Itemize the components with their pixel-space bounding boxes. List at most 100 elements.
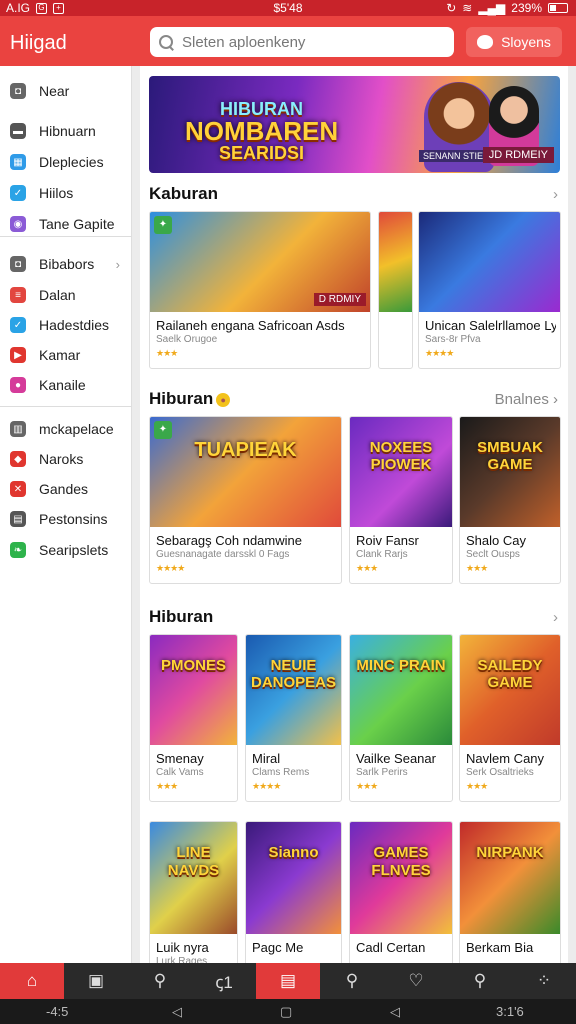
apps-icon[interactable]: ⁘: [512, 963, 576, 999]
sidebar-item[interactable]: ✓ Hiilos: [0, 180, 132, 206]
game-card[interactable]: SMBUAK GAME Shalo Cay Seclt Ousps ★★★: [459, 416, 561, 584]
search-icon[interactable]: ⚲: [448, 963, 512, 999]
library-icon[interactable]: ▤: [256, 963, 320, 999]
card-ribbon: D RDMIY: [313, 293, 366, 306]
back-icon-2[interactable]: ◁: [390, 1004, 400, 1020]
sidebar-item[interactable]: ▥ mckapelace: [0, 416, 132, 442]
game-thumbnail: TUAPIEAK ✦: [150, 417, 341, 527]
sidebar-item[interactable]: ❧ Searipslets: [0, 537, 132, 563]
game-thumbnail: SAILEDY GAME: [460, 635, 560, 745]
sidebar-item-label: Hadestdies: [39, 317, 110, 333]
thumbnail-title: PMONES: [160, 657, 226, 674]
search-placeholder: Sleten aploenkeny: [182, 33, 306, 51]
section-title: Hiburan: [149, 607, 213, 627]
search-icon[interactable]: ⚲: [320, 963, 384, 999]
rating-stars: ★★★★: [252, 781, 281, 791]
game-card[interactable]: GAMES FLNVES Cadl Certan: [349, 821, 453, 971]
check-icon: ✓: [10, 317, 26, 333]
rating-stars: ★★★★: [425, 348, 454, 358]
sidebar-item[interactable]: ▶ Kamar: [0, 342, 132, 368]
section-title: Kaburan: [149, 184, 218, 204]
game-thumbnail: D RDMIY ✦: [150, 212, 370, 312]
game-card[interactable]: PMONES Smenay Calk Vams ★★★: [149, 634, 238, 802]
sidebar-item[interactable]: ◘ Near: [0, 78, 132, 104]
sidebar-item-label: Kanaile: [39, 377, 86, 393]
banner-tag: JD RDMEIY: [482, 147, 554, 163]
game-card[interactable]: NOXEES PIOWEK Roiv Fansr Clank Rarjs ★★★: [349, 416, 453, 584]
game-thumbnail: NIRPANK: [460, 822, 560, 934]
app-bar: Hiigad Sleten aploenkeny Sloyens: [0, 16, 576, 66]
game-subtitle: Sarlk Perirs: [356, 767, 408, 778]
sidebar-item-label: Naroks: [39, 451, 84, 467]
game-card[interactable]: Sianno Pagc Me: [245, 821, 342, 971]
game-card[interactable]: NIRPANK Berkam Bia: [459, 821, 561, 971]
check-icon: ✓: [10, 185, 26, 201]
search-icon[interactable]: ⚲: [128, 963, 192, 999]
signin-button[interactable]: Sloyens: [466, 27, 562, 57]
sidebar-item-label: Gandes: [39, 481, 89, 497]
back-icon[interactable]: ◁: [172, 1004, 182, 1020]
chevron-right-icon: ›: [115, 256, 120, 272]
featured-banner[interactable]: HIBURAN NOMBAREN SEARIDSI SENANN STIEDSD…: [149, 76, 560, 173]
sidebar-item[interactable]: ≡ Dalan: [0, 282, 132, 308]
game-card[interactable]: TUAPIEAK ✦ Sebaragş Coh ndamwine Guesnanaga…: [149, 416, 342, 584]
home-icon[interactable]: ⌂: [0, 963, 64, 999]
sidebar: ◘ Near ▬ Hibnuarn ▦ Dleplecies ✓ Hiilos ◉ Tane Ga…: [0, 66, 132, 963]
sidebar-item[interactable]: ✓ Hadestdies: [0, 312, 132, 338]
battery-percent: 239%: [511, 1, 542, 15]
heart-icon[interactable]: ♡: [384, 963, 448, 999]
close-icon: ✕: [10, 481, 26, 497]
rating-stars: ★★★: [466, 563, 488, 573]
thumbnail-title: SAILEDY GAME: [477, 657, 543, 692]
game-card[interactable]: MINC PRAIN Vailke Seanar Sarlk Perirs ★★★: [349, 634, 453, 802]
sidebar-item[interactable]: ▬ Hibnuarn: [0, 118, 132, 144]
calendar-icon: ▤: [10, 511, 26, 527]
search-input[interactable]: Sleten aploenkeny: [150, 27, 454, 57]
chevron-right-icon[interactable]: ›: [553, 609, 558, 626]
game-card[interactable]: [378, 211, 413, 369]
game-card[interactable]: NEUIE DANOPEAS Miral Clams Rems ★★★★: [245, 634, 342, 802]
sidebar-item[interactable]: ● Kanaile: [0, 372, 132, 398]
game-card[interactable]: SAILEDY GAME Navlem Cany Serk Osaltrieks ★★…: [459, 634, 561, 802]
shield-icon: ◆: [10, 451, 26, 467]
sidebar-item[interactable]: ◆ Naroks: [0, 446, 132, 472]
sidebar-item-label: Hibnuarn: [39, 123, 96, 139]
game-title: Berkam Bia: [466, 940, 534, 955]
game-subtitle: Calk Vams: [156, 767, 204, 778]
game-card[interactable]: Unican Salelrllamoe LyiintsSars-8r Pfva ★…: [418, 211, 561, 369]
coin-icon: ●: [216, 392, 231, 407]
sidebar-divider: [0, 406, 132, 407]
puzzle-icon[interactable]: ▣: [64, 963, 128, 999]
chevron-right-icon: ›: [548, 391, 558, 408]
thumbnail-title: NIRPANK: [476, 844, 544, 862]
thumbnail-title: NOXEES PIOWEK: [369, 439, 433, 474]
game-card[interactable]: D RDMIY ✦ Railaneh engana Safricoan Asds Sa…: [149, 211, 371, 369]
grid-icon: ▦: [10, 154, 26, 170]
chevron-right-icon[interactable]: ›: [553, 186, 558, 203]
see-more-link[interactable]: Bnalnes ›: [495, 391, 558, 408]
sidebar-item[interactable]: ◘ Bibabors ›: [0, 251, 132, 277]
game-thumbnail: NEUIE DANOPEAS: [246, 635, 341, 745]
home-square-icon[interactable]: ▢: [280, 1004, 292, 1020]
thumbnail-title: MINC PRAIN: [356, 657, 446, 674]
sidebar-item-label: Pestonsins: [39, 511, 108, 527]
game-subtitle: Clank Rarjs: [356, 549, 408, 560]
rating-stars: ★★★: [156, 781, 178, 791]
game-title: Miral: [252, 751, 281, 766]
see-more-label: Bnalnes: [494, 391, 549, 408]
sidebar-item[interactable]: ◉ Tane Gapite: [0, 211, 132, 237]
status-bar: A.IG G + $5'48 ↻ ≋ ▂▄▆ 239%: [0, 0, 576, 16]
sidebar-item[interactable]: ✕ Gandes: [0, 476, 132, 502]
sidebar-item[interactable]: ▤ Pestonsins: [0, 506, 132, 532]
game-thumbnail: PMONES: [150, 635, 237, 745]
sidebar-item[interactable]: ▦ Dleplecies: [0, 149, 132, 175]
battery-icon: [548, 3, 568, 13]
rating-stars: ★★★: [156, 348, 178, 358]
game-card[interactable]: LINE NAVDS Luik nyra Lurk Rages: [149, 821, 238, 971]
chat-icon[interactable]: ꞔ1: [192, 963, 256, 999]
status-right: ↻ ≋ ▂▄▆ 239%: [446, 1, 568, 15]
game-thumbnail: GAMES FLNVES: [350, 822, 452, 934]
rating-stars: ★★★: [356, 563, 378, 573]
thumbnail-title: Sianno: [268, 844, 319, 862]
badge-icon: ✦: [154, 421, 172, 439]
